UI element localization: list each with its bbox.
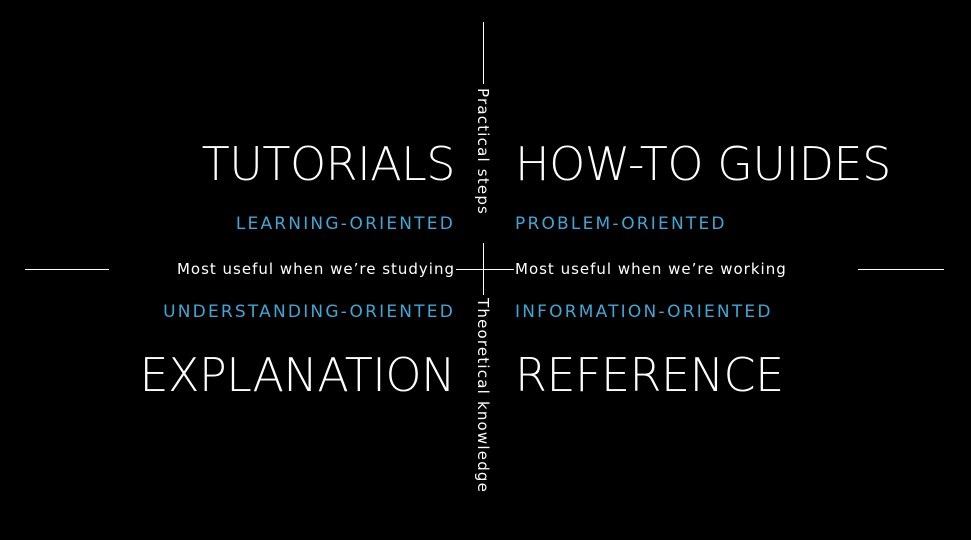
quadrant-orientation-learning: LEARNING-ORIENTED — [235, 214, 455, 234]
vertical-axis-top-line — [483, 22, 484, 84]
horizontal-axis-right-line — [858, 269, 944, 270]
horizontal-axis-left-line — [25, 269, 109, 270]
quadrant-orientation-understanding: UNDERSTANDING-ORIENTED — [163, 302, 455, 322]
quadrant-title-reference: REFERENCE — [515, 348, 784, 402]
horizontal-axis-left-label: Most useful when we’re studying — [176, 260, 455, 278]
horizontal-axis-center-line — [456, 269, 514, 270]
vertical-axis-bottom-label: Theoretical knowledge — [474, 298, 492, 494]
quadrant-orientation-information: INFORMATION-ORIENTED — [515, 302, 773, 322]
quadrant-orientation-problem: PROBLEM-ORIENTED — [515, 214, 727, 234]
vertical-axis-top-label: Practical steps — [474, 88, 492, 216]
quadrant-title-how-to-guides: HOW-TO GUIDES — [515, 137, 891, 191]
quadrant-title-tutorials: TUTORIALS — [201, 137, 456, 191]
horizontal-axis-right-label: Most useful when we’re working — [515, 260, 787, 278]
quadrant-diagram: Practical steps Theoretical knowledge Mo… — [0, 0, 971, 540]
quadrant-title-explanation: EXPLANATION — [139, 348, 455, 402]
